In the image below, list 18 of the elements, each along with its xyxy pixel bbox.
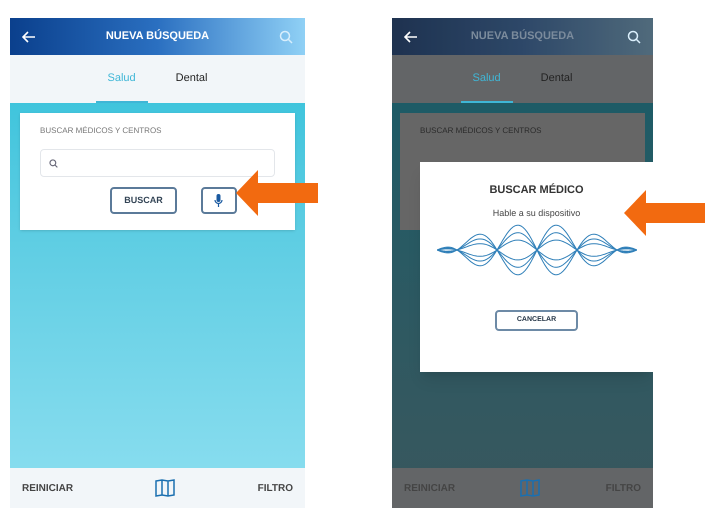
back-arrow-icon[interactable] xyxy=(22,30,36,42)
search-field[interactable] xyxy=(40,149,275,177)
screen-title: NUEVA BÚSQUEDA xyxy=(106,28,210,44)
screen-title: NUEVA BÚSQUEDA xyxy=(470,28,574,44)
search-button[interactable]: BUSCAR xyxy=(110,187,177,214)
dialog-message: Hable a su dispositivo xyxy=(492,206,580,220)
map-icon[interactable] xyxy=(155,479,176,497)
reset-button[interactable]: REINICIAR xyxy=(22,480,74,496)
microphone-button[interactable] xyxy=(200,187,237,214)
search-label: BUSCAR MÉDICOS Y CENTROS xyxy=(40,125,163,137)
filter-button[interactable]: FILTRO xyxy=(258,480,293,496)
tab[interactable]: Dental xyxy=(164,55,220,103)
search-icon[interactable] xyxy=(626,30,641,44)
search-icon xyxy=(49,158,58,168)
search-label: BUSCAR MÉDICOS Y CENTROS xyxy=(420,125,543,137)
microphone-icon xyxy=(214,194,224,207)
dialog-title: BUSCAR MÉDICO xyxy=(489,182,584,198)
back-arrow-icon[interactable] xyxy=(404,30,418,42)
